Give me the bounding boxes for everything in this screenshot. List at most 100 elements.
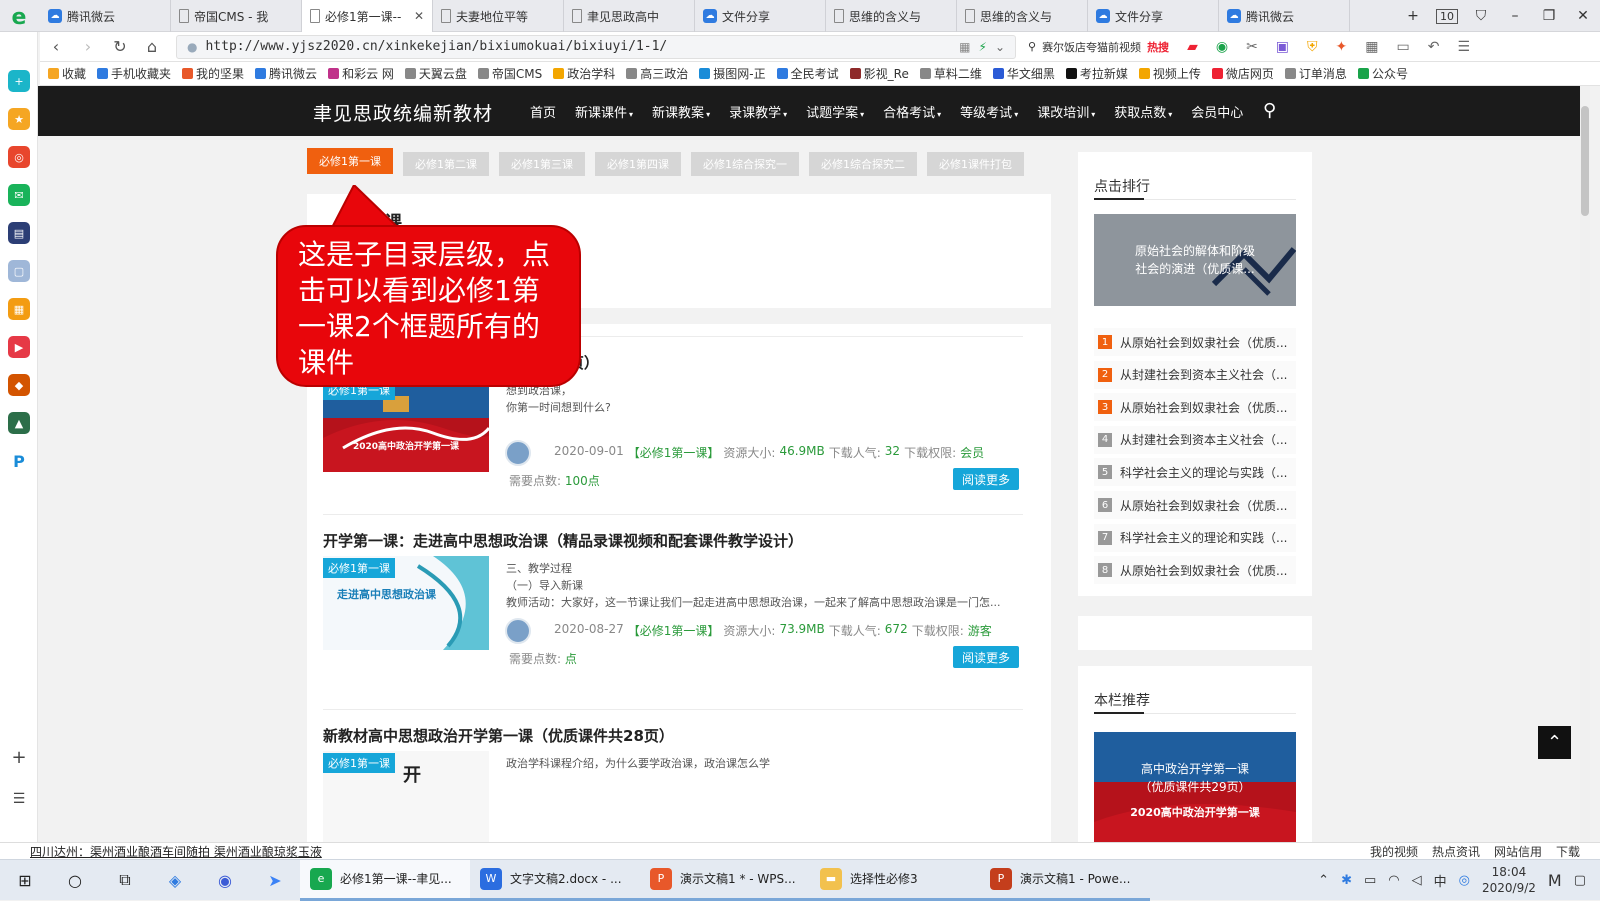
article-thumbnail[interactable]: 必修1第一课 2020高中政治开学第一课: [323, 378, 489, 472]
grid-icon[interactable]: ▦: [959, 40, 970, 54]
menu-icon[interactable]: ☰: [1457, 39, 1470, 55]
chevron-down-icon[interactable]: ⌄: [995, 40, 1005, 54]
status-item[interactable]: 我的视频: [1370, 843, 1418, 860]
subcategory-tab[interactable]: 必修1第一课: [307, 148, 393, 174]
nav-item[interactable]: 等级考试 ▾: [960, 102, 1018, 121]
refresh-icon[interactable]: ↻: [104, 37, 136, 56]
scissors-icon[interactable]: ✂: [1246, 39, 1258, 55]
url-field[interactable]: ● http://www.yjsz2020.cn/xinkekejian/bix…: [176, 34, 1016, 59]
pinned-app2-icon[interactable]: ◉: [200, 871, 250, 890]
subcategory-tab[interactable]: 必修1第三课: [499, 152, 585, 176]
sidebar-plus-app-icon[interactable]: +: [8, 70, 30, 92]
browser-tab[interactable]: 聿见思政高中: [564, 0, 695, 32]
back-to-top-icon[interactable]: ⌃: [1538, 726, 1571, 759]
subcategory-tab[interactable]: 必修1第四课: [595, 152, 681, 176]
lightning-icon[interactable]: ⚡: [979, 40, 987, 54]
nav-item[interactable]: 课改培训 ▾: [1037, 102, 1095, 121]
bookmark-item[interactable]: 收藏: [48, 65, 86, 82]
nav-item[interactable]: 首页: [530, 102, 556, 121]
site-search-icon[interactable]: ⚲: [1263, 100, 1276, 121]
news-ticker-link[interactable]: 四川达州：渠州酒业酿酒车间随拍 渠州酒业酿琼浆玉液: [30, 843, 322, 860]
translate-icon[interactable]: ▣: [1276, 39, 1289, 55]
search-suggestion[interactable]: ⚲ 赛尔饭店夸猫前视频 热搜: [1028, 39, 1169, 55]
cortana-search-icon[interactable]: ○: [50, 871, 100, 890]
bookmark-item[interactable]: 高三政治: [626, 65, 688, 82]
article-category[interactable]: 【必修1第一课】: [628, 622, 720, 639]
nav-item[interactable]: 新课课件 ▾: [575, 102, 633, 121]
battery-tray-icon[interactable]: ▭: [1364, 873, 1376, 888]
sidebar-mail-icon[interactable]: ✉: [8, 184, 30, 206]
tab-count-badge[interactable]: 10: [1436, 8, 1458, 24]
ime-mode-icon[interactable]: M: [1548, 871, 1562, 890]
subcategory-tab[interactable]: 必修1第二课: [403, 152, 489, 176]
browser-tab[interactable]: 夫妻地位平等: [433, 0, 564, 32]
taskbar-app[interactable]: P 演示文稿1 * - WPS...: [640, 860, 810, 901]
bluetooth-icon[interactable]: ✱: [1341, 873, 1352, 888]
nav-item[interactable]: 获取点数 ▾: [1114, 102, 1172, 121]
sidebar-game-icon[interactable]: ◆: [8, 374, 30, 396]
nav-item[interactable]: 会员中心: [1191, 102, 1243, 121]
status-item[interactable]: 热点资讯: [1432, 843, 1480, 860]
read-more-button[interactable]: 阅读更多: [953, 646, 1019, 668]
bookmark-item[interactable]: 订单消息: [1284, 65, 1347, 82]
bookmark-item[interactable]: 腾讯微云: [255, 65, 317, 82]
shield-icon[interactable]: ◉: [1216, 39, 1228, 55]
bookmark-item[interactable]: 我的坚果: [182, 65, 244, 82]
url-text[interactable]: http://www.yjsz2020.cn/xinkekejian/bixiu…: [205, 39, 951, 54]
sidebar-p-icon[interactable]: P: [8, 450, 30, 472]
browser-tab[interactable]: 思维的含义与: [957, 0, 1088, 32]
browser-tab[interactable]: ☁ 腾讯微云: [1219, 0, 1350, 32]
article-category[interactable]: 【必修1第一课】: [628, 444, 720, 461]
security-shield-icon[interactable]: ⛨: [1307, 39, 1318, 55]
bookmark-item[interactable]: 华文细黑: [992, 65, 1055, 82]
notifications-icon[interactable]: ▢: [1574, 873, 1586, 888]
article-thumbnail[interactable]: 必修1第一课 开: [323, 751, 489, 842]
bookmark-item[interactable]: 手机收藏夹: [97, 65, 171, 82]
bookmark-item[interactable]: 影视_Re: [849, 65, 909, 82]
ranking-item[interactable]: 4 从封建社会到资本主义社会（...: [1094, 425, 1296, 454]
bookmark-item[interactable]: 草料二维: [919, 65, 982, 82]
ranking-item[interactable]: 7 科学社会主义的理论和实践（...: [1094, 523, 1296, 552]
bookmark-item[interactable]: 天翼云盘: [404, 65, 467, 82]
status-item[interactable]: 网站信用: [1494, 843, 1542, 860]
sidebar-doc-icon[interactable]: ▢: [8, 260, 30, 282]
bookmark-item[interactable]: 微店网页: [1211, 65, 1274, 82]
close-window-icon[interactable]: ✕: [1566, 8, 1600, 24]
ranking-item[interactable]: 3 从原始社会到奴隶社会（优质...: [1094, 393, 1296, 422]
taskbar-app[interactable]: e 必修1第一课--聿见...: [300, 859, 470, 901]
nav-item[interactable]: 试题学案 ▾: [806, 102, 864, 121]
recommended-article[interactable]: 高中政治开学第一课 （优质课件共29页） 2020高中政治开学第一课: [1094, 732, 1296, 842]
subcategory-tab[interactable]: 必修1综合探究一: [691, 152, 799, 176]
skin-icon[interactable]: ⛉: [1464, 8, 1498, 24]
read-more-button[interactable]: 阅读更多: [953, 468, 1019, 490]
browser-tab[interactable]: 必修1第一课-- ✕: [302, 0, 433, 32]
qq-icon[interactable]: ◎: [1459, 873, 1470, 888]
sidebar-list-icon[interactable]: ☰: [8, 788, 30, 810]
restore-icon[interactable]: ❐: [1532, 8, 1566, 24]
ranking-item[interactable]: 5 科学社会主义的理论与实践（...: [1094, 458, 1296, 487]
page-scrollbar[interactable]: [1580, 86, 1590, 842]
ranking-item[interactable]: 8 从原始社会到奴隶社会（优质...: [1094, 556, 1296, 585]
status-item[interactable]: 下载: [1556, 843, 1580, 860]
sidebar-add-icon[interactable]: +: [8, 746, 30, 768]
back-icon[interactable]: ‹: [40, 37, 72, 56]
bookmark-item[interactable]: 摄图网-正: [699, 65, 766, 82]
home-icon[interactable]: ⌂: [136, 37, 168, 56]
task-view-icon[interactable]: ⧉: [100, 870, 150, 890]
browser-tab[interactable]: ☁ 文件分享: [1088, 0, 1219, 32]
new-tab-icon[interactable]: +: [1396, 8, 1430, 24]
scrollbar-thumb[interactable]: [1581, 106, 1589, 216]
close-tab-icon[interactable]: ✕: [414, 9, 424, 23]
bookmark-item[interactable]: 视频上传: [1138, 65, 1201, 82]
nav-item[interactable]: 合格考试 ▾: [883, 102, 941, 121]
ime-icon[interactable]: 中: [1434, 871, 1447, 890]
forward-icon[interactable]: ›: [72, 37, 104, 56]
browser-tab[interactable]: 帝国CMS - 我: [171, 0, 302, 32]
article-title[interactable]: 新教材高中思想政治开学第一课（优质课件共28页）: [323, 725, 1023, 746]
subcategory-tab[interactable]: 必修1课件打包: [927, 152, 1024, 176]
minimize-icon[interactable]: –: [1498, 8, 1532, 24]
ranking-item[interactable]: 6 从原始社会到奴隶社会（优质...: [1094, 491, 1296, 519]
ranking-item[interactable]: 1 从原始社会到奴隶社会（优质...: [1094, 328, 1296, 356]
sidebar-video-icon[interactable]: ▶: [8, 336, 30, 358]
site-logo[interactable]: 聿见思政统编新教材: [313, 99, 493, 126]
